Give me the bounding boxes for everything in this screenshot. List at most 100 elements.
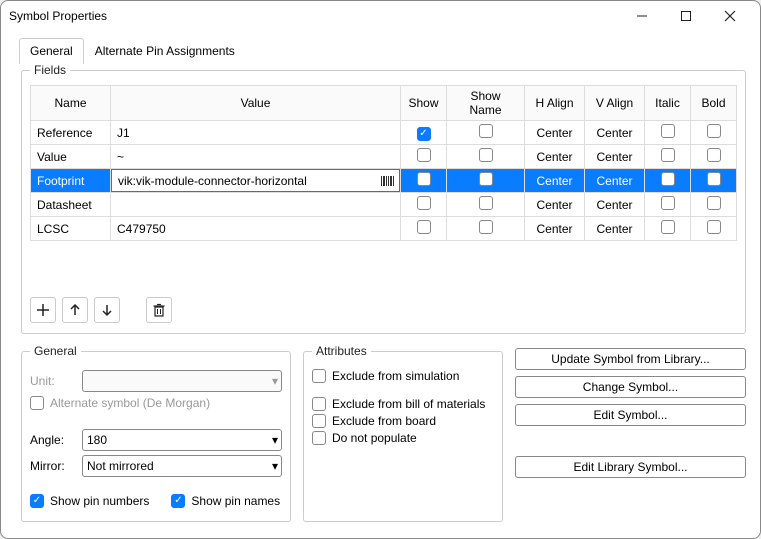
tab-alternate-pin-assignments[interactable]: Alternate Pin Assignments [84,38,246,64]
delete-field-button[interactable] [146,297,172,323]
grid-checkbox[interactable] [661,196,675,210]
cell-value[interactable]: J1 [111,121,401,145]
change-symbol-button[interactable]: Change Symbol... [515,376,746,398]
grid-checkbox[interactable] [479,148,493,162]
show-pin-names-checkbox[interactable] [171,494,185,508]
edit-symbol-button[interactable]: Edit Symbol... [515,404,746,426]
grid-checkbox[interactable] [417,148,431,162]
cell-show[interactable] [401,169,447,193]
grid-checkbox[interactable] [707,172,721,186]
fields-grid[interactable]: Name Value Show Show Name H Align V Alig… [30,85,737,241]
table-row[interactable]: Reference J1 Center Center [31,121,737,145]
update-symbol-from-library-button[interactable]: Update Symbol from Library... [515,348,746,370]
cell-h-align[interactable]: Center [525,217,585,241]
mirror-input[interactable] [82,455,282,477]
grid-checkbox[interactable] [479,124,493,138]
library-browse-icon[interactable] [379,173,395,189]
cell-v-align[interactable]: Center [585,193,645,217]
cell-bold[interactable] [691,145,737,169]
table-row[interactable]: Value ~ Center Center [31,145,737,169]
cell-show-name[interactable] [447,217,525,241]
cell-name[interactable]: Reference [31,121,111,145]
cell-show[interactable] [401,217,447,241]
col-h-align[interactable]: H Align [525,86,585,121]
grid-checkbox[interactable] [707,220,721,234]
cell-v-align[interactable]: Center [585,169,645,193]
cell-v-align[interactable]: Center [585,145,645,169]
mirror-combo[interactable]: ▾ [82,455,282,477]
cell-name[interactable]: Value [31,145,111,169]
cell-h-align[interactable]: Center [525,121,585,145]
cell-bold[interactable] [691,169,737,193]
move-up-button[interactable] [62,297,88,323]
grid-checkbox[interactable] [417,127,431,141]
table-row[interactable]: Datasheet Center Center [31,193,737,217]
angle-input[interactable] [82,429,282,451]
col-show-name[interactable]: Show Name [447,86,525,121]
minimize-button[interactable] [620,1,664,31]
cell-italic[interactable] [645,145,691,169]
cell-v-align[interactable]: Center [585,121,645,145]
exclude-bom-checkbox[interactable] [312,397,326,411]
cell-show[interactable] [401,193,447,217]
exclude-simulation-checkbox[interactable] [312,369,326,383]
cell-h-align[interactable]: Center [525,169,585,193]
cell-italic[interactable] [645,193,691,217]
close-button[interactable] [708,1,752,31]
maximize-button[interactable] [664,1,708,31]
col-show[interactable]: Show [401,86,447,121]
cell-value[interactable]: ~ [111,145,401,169]
col-v-align[interactable]: V Align [585,86,645,121]
cell-show-name[interactable] [447,169,525,193]
cell-italic[interactable] [645,217,691,241]
cell-show[interactable] [401,121,447,145]
edit-library-symbol-button[interactable]: Edit Library Symbol... [515,456,746,478]
grid-checkbox[interactable] [707,196,721,210]
grid-checkbox[interactable] [707,148,721,162]
grid-checkbox[interactable] [661,220,675,234]
cell-value[interactable]: C479750 [111,217,401,241]
exclude-board-checkbox[interactable] [312,414,326,428]
dnp-checkbox[interactable] [312,431,326,445]
grid-checkbox[interactable] [479,220,493,234]
cell-v-align[interactable]: Center [585,217,645,241]
move-down-button[interactable] [94,297,120,323]
cell-show-name[interactable] [447,145,525,169]
grid-checkbox[interactable] [417,220,431,234]
footprint-input[interactable] [116,173,375,189]
show-pin-numbers-checkbox[interactable] [30,494,44,508]
col-name[interactable]: Name [31,86,111,121]
alternate-symbol-checkbox [30,396,44,410]
grid-checkbox[interactable] [661,148,675,162]
grid-checkbox[interactable] [417,172,431,186]
col-italic[interactable]: Italic [645,86,691,121]
table-row[interactable]: Footprint Center Center [31,169,737,193]
cell-italic[interactable] [645,121,691,145]
cell-name[interactable]: Datasheet [31,193,111,217]
cell-bold[interactable] [691,193,737,217]
tab-general[interactable]: General [19,38,84,64]
cell-name[interactable]: Footprint [31,169,111,193]
grid-checkbox[interactable] [417,196,431,210]
grid-checkbox[interactable] [707,124,721,138]
cell-bold[interactable] [691,121,737,145]
cell-show[interactable] [401,145,447,169]
cell-h-align[interactable]: Center [525,193,585,217]
cell-italic[interactable] [645,169,691,193]
cell-show-name[interactable] [447,193,525,217]
add-field-button[interactable] [30,297,56,323]
cell-show-name[interactable] [447,121,525,145]
grid-checkbox[interactable] [479,172,493,186]
cell-name[interactable]: LCSC [31,217,111,241]
col-value[interactable]: Value [111,86,401,121]
grid-checkbox[interactable] [661,124,675,138]
cell-bold[interactable] [691,217,737,241]
grid-checkbox[interactable] [479,196,493,210]
footprint-editor[interactable] [111,169,400,192]
cell-h-align[interactable]: Center [525,145,585,169]
angle-combo[interactable]: ▾ [82,429,282,451]
cell-value[interactable] [111,193,401,217]
grid-checkbox[interactable] [661,172,675,186]
table-row[interactable]: LCSC C479750 Center Center [31,217,737,241]
col-bold[interactable]: Bold [691,86,737,121]
